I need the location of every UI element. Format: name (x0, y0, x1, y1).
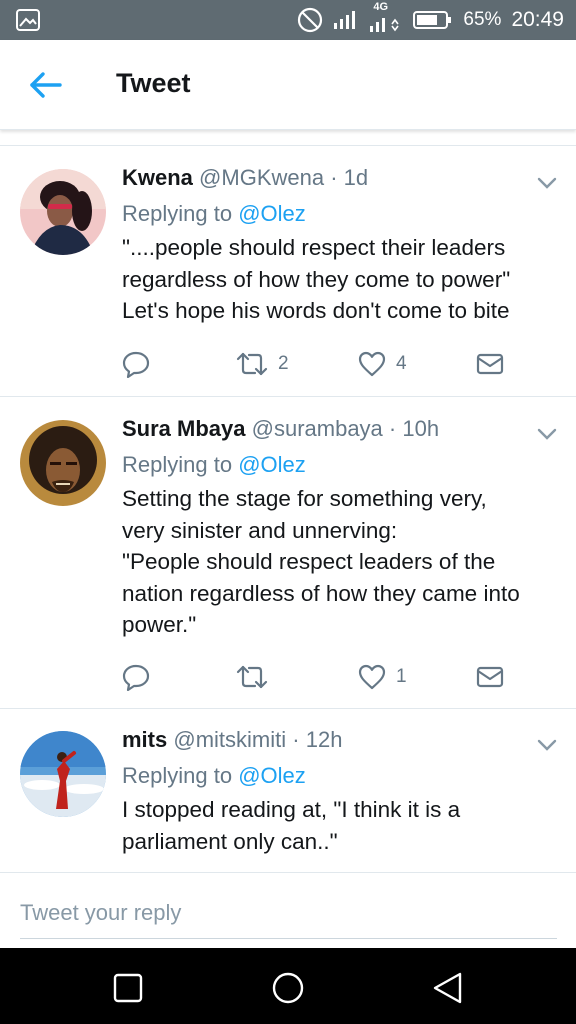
tweet-time: 12h (305, 727, 343, 752)
avatar-image (20, 731, 106, 817)
tweet-text: Setting the stage for something very, ve… (122, 483, 556, 641)
tweet-actions: 2 4 (122, 349, 512, 379)
signal-icon (334, 11, 356, 29)
tweet-time: 1d (343, 165, 369, 190)
reply-button[interactable] (122, 349, 150, 379)
home-icon[interactable] (270, 970, 306, 1006)
heart-icon (358, 351, 386, 377)
tweet-time: 10h (402, 416, 440, 441)
avatar[interactable] (20, 731, 106, 817)
reply-icon (122, 351, 150, 378)
replying-to-label: Replying to (122, 763, 233, 788)
tweet-text-line: regardless of how they come to power" (122, 266, 511, 292)
envelope-icon (476, 666, 504, 688)
clock: 20:49 (511, 8, 564, 31)
avatar-image (20, 169, 106, 255)
envelope-icon (476, 353, 504, 375)
author-name[interactable]: Sura Mbaya (122, 416, 246, 441)
retweet-count: 2 (278, 353, 289, 374)
tweet-text: I stopped reading at, "I think it is a p… (122, 794, 556, 857)
tweet-text-line: very sinister and unnerving: (122, 517, 398, 543)
replying-to: Replying to @Olez (122, 200, 556, 228)
tweet-text: "....people should respect their leaders… (122, 232, 556, 327)
heart-icon (358, 664, 386, 690)
avatar-image (20, 420, 106, 506)
tweet-meta: mits @mitskimiti · 12h (122, 726, 556, 754)
tweet-meta: Sura Mbaya @surambaya · 10h (122, 415, 556, 443)
separator-dot: · (292, 727, 300, 752)
author-handle[interactable]: @MGKwena (199, 165, 324, 190)
reply-composer (0, 872, 576, 948)
back-button[interactable] (26, 67, 66, 103)
battery-percent: 65% (463, 9, 502, 30)
chevron-down-icon[interactable] (536, 176, 558, 190)
like-count: 1 (396, 666, 407, 687)
tweet-meta: Kwena @MGKwena · 1d (122, 164, 556, 192)
replying-to-label: Replying to (122, 201, 233, 226)
signal-2-icon (370, 18, 400, 32)
retweet-icon (236, 352, 268, 376)
tweet-text-line: Let's hope his words don't come to bite (122, 298, 510, 323)
chevron-down-icon[interactable] (536, 738, 558, 752)
tweet-text-line: I stopped reading at, "I think it is a (122, 797, 461, 822)
tweet[interactable]: Kwena @MGKwena · 1d Replying to @Olez ".… (0, 145, 576, 396)
avatar[interactable] (20, 169, 106, 255)
gallery-notification-icon (16, 9, 40, 31)
direct-message-button[interactable] (476, 349, 504, 379)
reply-input[interactable] (20, 887, 557, 939)
app-header: Tweet (0, 40, 576, 130)
do-not-disturb-icon (298, 7, 323, 33)
page-title: Tweet (116, 68, 191, 98)
tweet-text-line: parliament only can.." (122, 828, 338, 854)
chevron-down-icon[interactable] (536, 427, 558, 441)
replies-feed: Kwena @MGKwena · 1d Replying to @Olez ".… (0, 145, 576, 872)
like-button[interactable]: 1 (358, 662, 407, 692)
like-button[interactable]: 4 (358, 349, 407, 379)
mobile-data-indicator: 4G (369, 0, 403, 40)
tweet-actions: 1 (122, 662, 512, 692)
tweet-text-line: nation regardless of how they came into (122, 580, 520, 606)
back-nav-icon[interactable] (430, 970, 466, 1006)
tweet-text-line: "....people should respect their leaders (122, 235, 506, 260)
battery-icon (413, 11, 452, 29)
tweet-text-line: "People should respect leaders of the (122, 549, 496, 574)
tweet-text-line: Setting the stage for something very, (122, 486, 487, 511)
avatar[interactable] (20, 420, 106, 506)
retweet-button[interactable]: 2 (236, 349, 289, 379)
retweet-icon (236, 665, 268, 689)
reply-icon (122, 664, 150, 691)
direct-message-button[interactable] (476, 662, 504, 692)
mention-link[interactable]: @Olez (238, 201, 306, 226)
replying-to: Replying to @Olez (122, 762, 556, 790)
author-name[interactable]: Kwena (122, 165, 193, 190)
separator-dot: · (388, 416, 397, 441)
mention-link[interactable]: @Olez (238, 763, 306, 788)
tweet-text-line: power." (122, 612, 197, 637)
author-name[interactable]: mits (122, 727, 167, 752)
reply-button[interactable] (122, 662, 150, 692)
arrow-left-icon (30, 72, 62, 98)
tweet[interactable]: mits @mitskimiti · 12h Replying to @Olez… (0, 708, 576, 872)
separator-dot: · (330, 165, 338, 190)
retweet-button[interactable] (236, 662, 278, 692)
recent-apps-icon[interactable] (110, 970, 146, 1006)
replying-to-label: Replying to (122, 452, 233, 477)
mention-link[interactable]: @Olez (238, 452, 306, 477)
system-nav-bar (0, 948, 576, 1024)
status-bar: 4G 65% 20:49 (0, 0, 576, 40)
like-count: 4 (396, 353, 407, 374)
author-handle[interactable]: @mitskimiti (173, 727, 286, 752)
author-handle[interactable]: @surambaya (252, 416, 383, 441)
network-type-label: 4G (373, 1, 389, 13)
replying-to: Replying to @Olez (122, 451, 556, 479)
tweet[interactable]: Sura Mbaya @surambaya · 10h Replying to … (0, 396, 576, 708)
